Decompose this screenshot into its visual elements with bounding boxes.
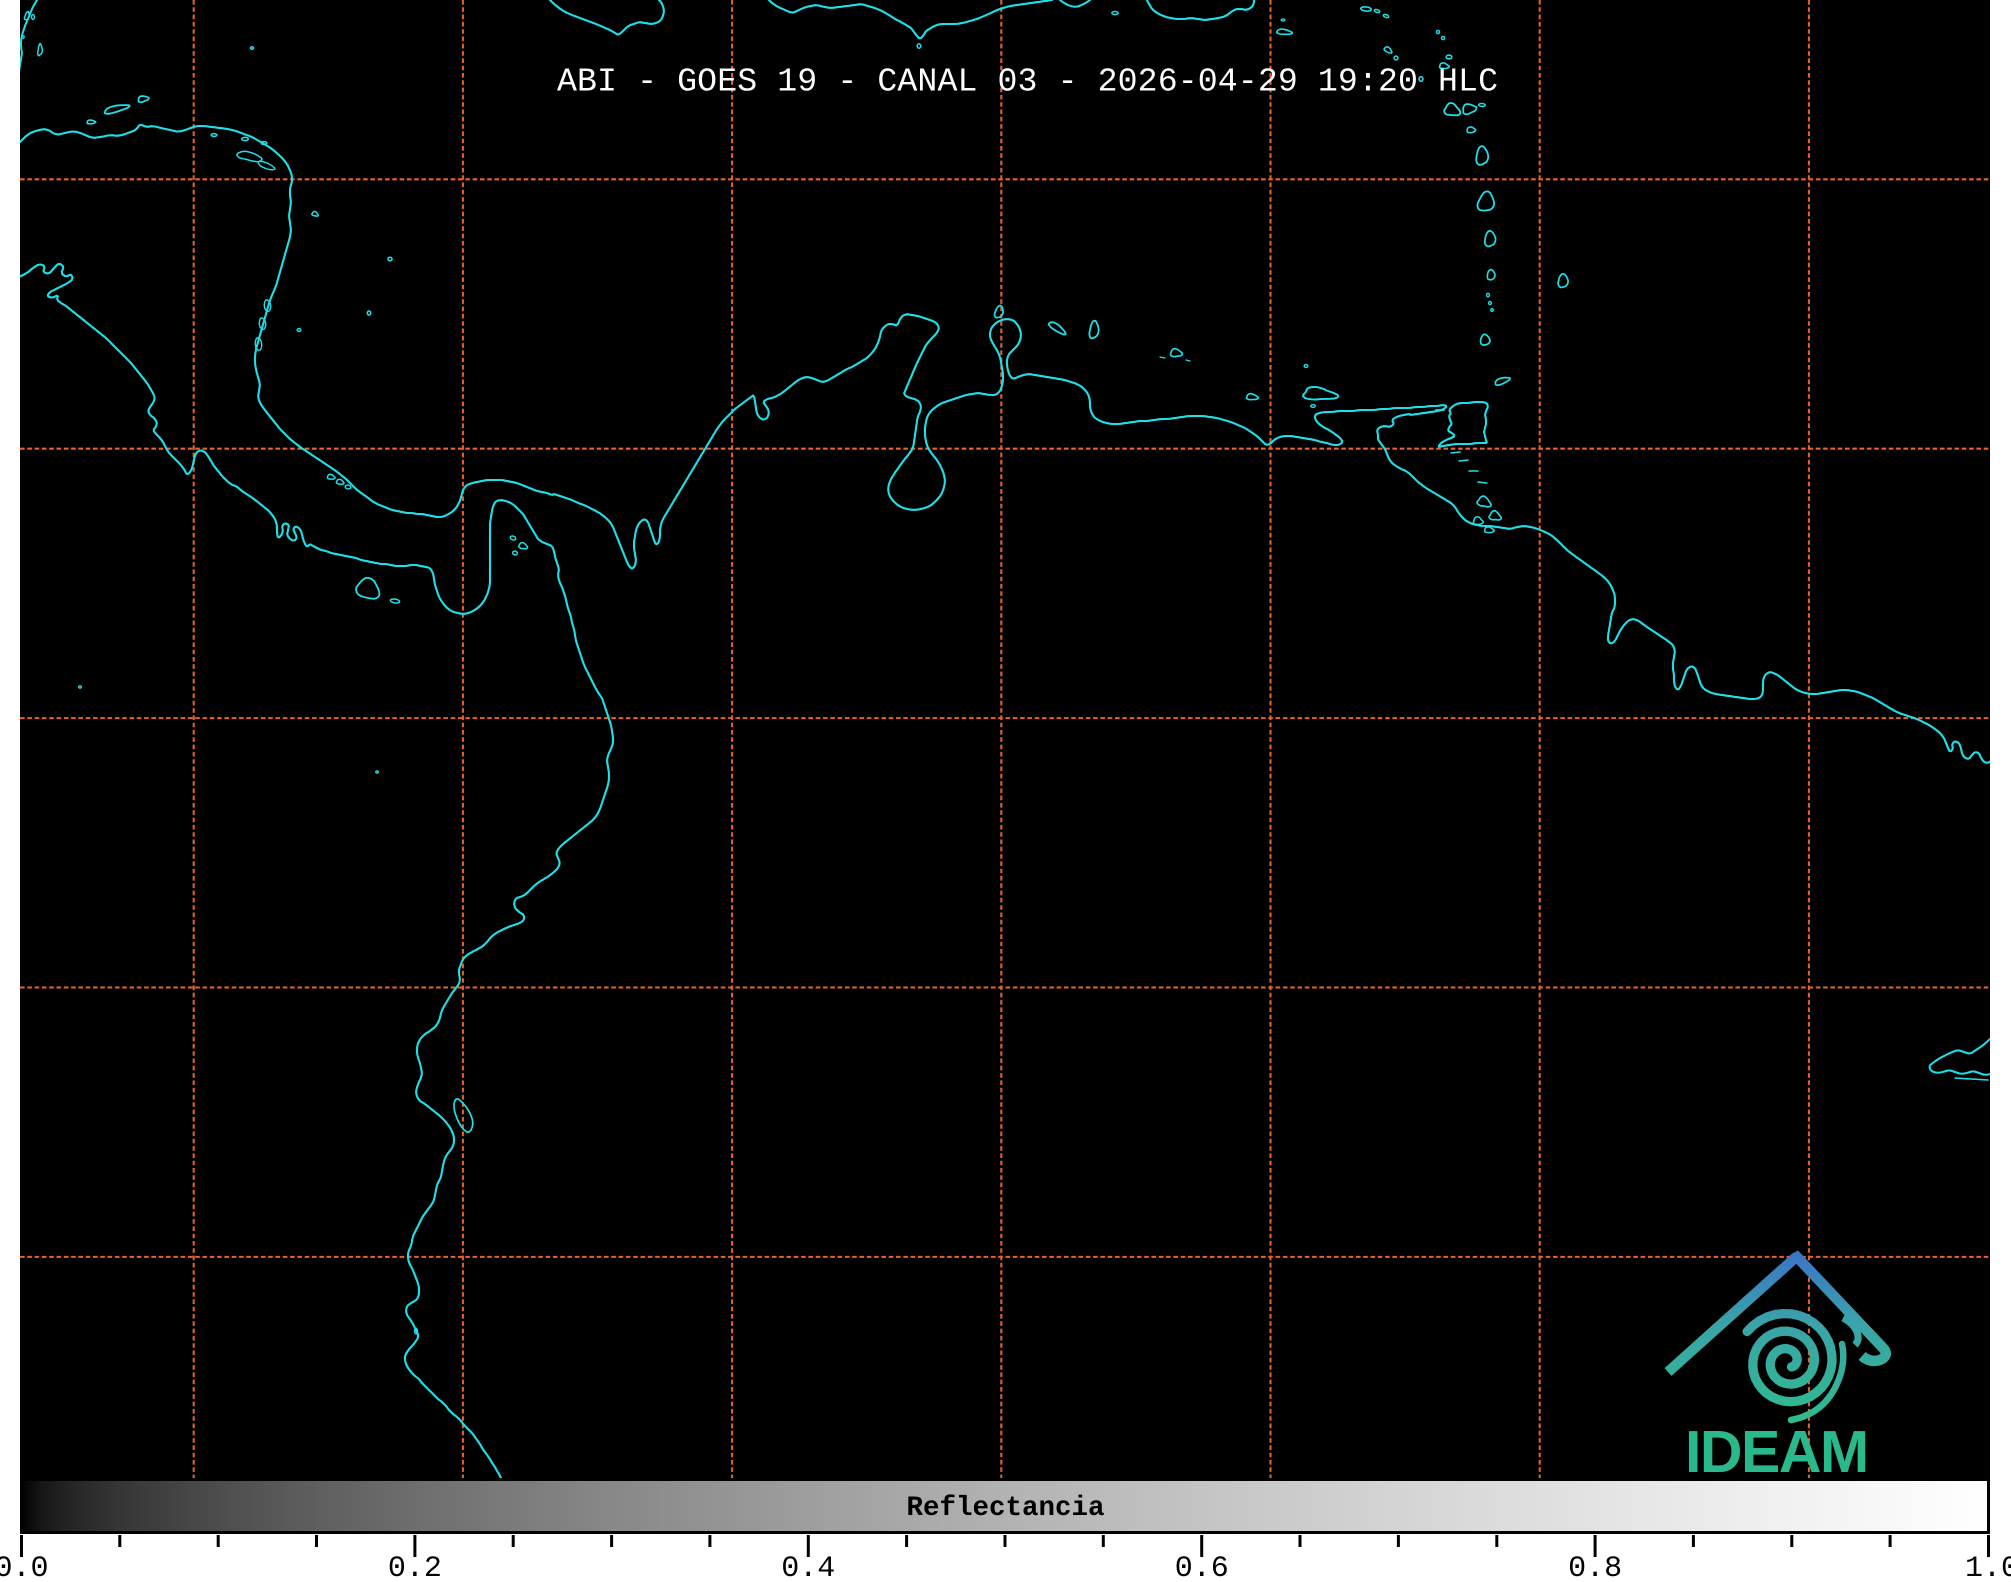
svg-text:ABI - GOES 19 - CANAL 03 - 202: ABI - GOES 19 - CANAL 03 - 2026-04-29 19… — [557, 63, 1498, 101]
svg-text:IDEAM: IDEAM — [1685, 1419, 1868, 1485]
svg-text:0.4: 0.4 — [781, 1552, 835, 1577]
svg-text:1.0: 1.0 — [1965, 1552, 2011, 1577]
svg-text:Reflectancia: Reflectancia — [906, 1493, 1104, 1524]
svg-text:0.0: 0.0 — [0, 1552, 49, 1577]
svg-text:0.6: 0.6 — [1175, 1552, 1229, 1577]
svg-text:0.8: 0.8 — [1568, 1552, 1622, 1577]
svg-text:0.2: 0.2 — [388, 1552, 442, 1577]
